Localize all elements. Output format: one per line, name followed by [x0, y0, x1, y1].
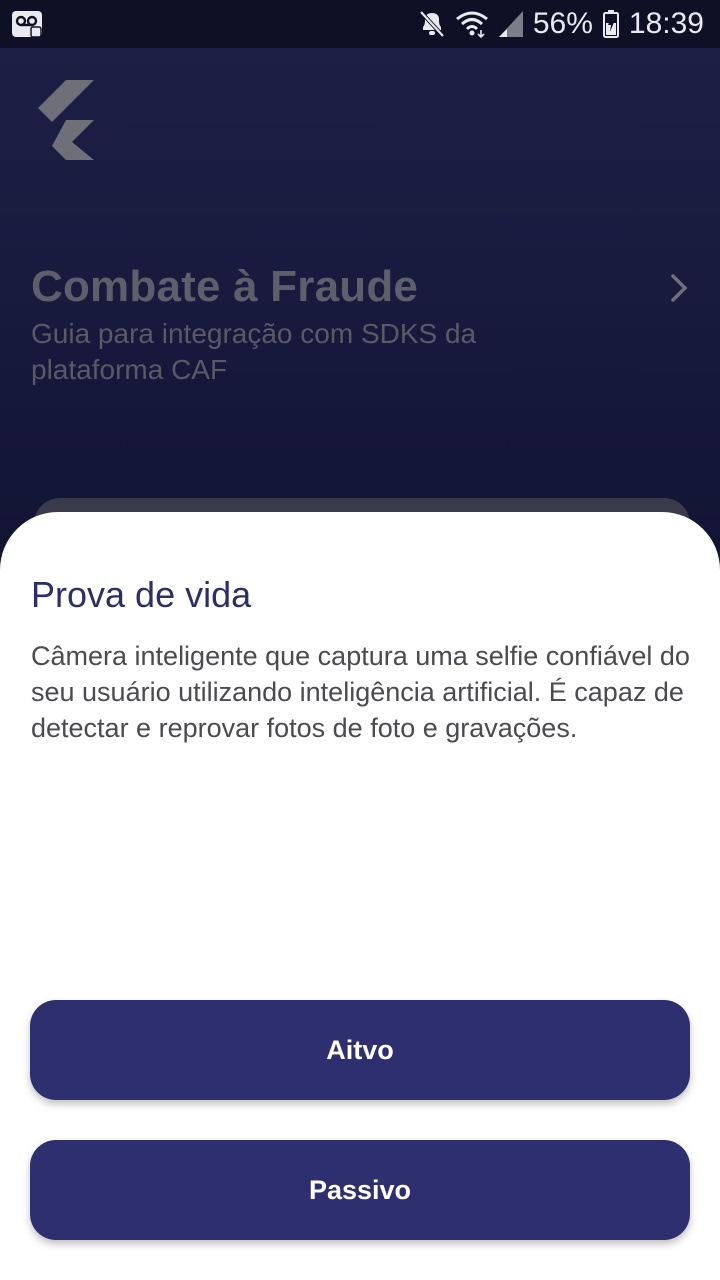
bottom-sheet: Prova de vida Câmera inteligente que cap… [0, 512, 720, 1280]
app-subtitle: Guia para integração com SDKS da platafo… [31, 318, 477, 385]
sheet-description: Câmera inteligente que captura uma selfi… [31, 641, 690, 743]
mute-icon [419, 10, 445, 38]
ativo-button[interactable]: Aitvo [30, 1000, 690, 1100]
chevron-right-icon[interactable] [668, 272, 692, 309]
clock: 18:39 [628, 7, 704, 40]
battery-icon [602, 10, 619, 38]
voicemail-icon [12, 11, 42, 42]
passivo-button[interactable]: Passivo [30, 1140, 690, 1240]
signal-icon [498, 11, 523, 37]
sheet-title: Prova de vida [31, 574, 252, 615]
status-bar: 56% 18:39 [0, 0, 720, 48]
app-title: Combate à Fraude [31, 262, 419, 311]
battery-percent: 56% [532, 7, 593, 40]
wifi-icon [455, 10, 489, 38]
flutter-logo-icon [28, 80, 96, 165]
